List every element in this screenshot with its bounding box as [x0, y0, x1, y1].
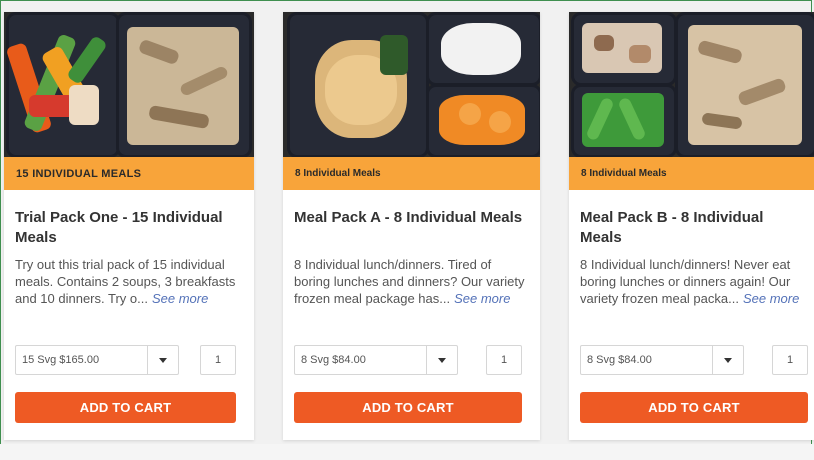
- variant-select-value: 8 Svg $84.00: [587, 354, 652, 366]
- meal-tray-compartment: [571, 84, 677, 157]
- variant-select[interactable]: 8 Svg $84.00: [294, 345, 458, 375]
- meal-tray-compartment: [426, 84, 540, 157]
- meal-count-ribbon: 15 INDIVIDUAL MEALS: [4, 157, 254, 190]
- add-to-cart-button[interactable]: ADD TO CART: [580, 392, 808, 423]
- variant-select-value: 15 Svg $165.00: [22, 354, 100, 366]
- chevron-down-icon: [438, 357, 446, 363]
- product-description: 8 Individual lunch/dinners! Never eat bo…: [580, 256, 803, 324]
- add-to-cart-button[interactable]: ADD TO CART: [15, 392, 236, 423]
- meal-tray-compartment: [426, 12, 540, 86]
- product-card-trial-pack-one: 15 INDIVIDUAL MEALS Trial Pack One - 15 …: [4, 12, 254, 440]
- meal-count-ribbon: 8 Individual Meals: [283, 157, 540, 190]
- quantity-input[interactable]: 1: [200, 345, 236, 375]
- bottom-strip: [0, 444, 814, 460]
- meal-count-ribbon: 8 Individual Meals: [569, 157, 814, 190]
- chevron-down-icon: [724, 357, 732, 363]
- meal-tray-compartment: [571, 12, 677, 86]
- chevron-down-icon: [159, 357, 167, 363]
- meal-tray-compartment: [5, 12, 120, 157]
- variant-select[interactable]: 15 Svg $165.00: [15, 345, 179, 375]
- dropdown-toggle[interactable]: [712, 346, 743, 374]
- product-image[interactable]: [283, 12, 540, 157]
- dropdown-toggle[interactable]: [147, 346, 178, 374]
- product-title[interactable]: Meal Pack A - 8 Individual Meals: [294, 208, 529, 248]
- product-title[interactable]: Meal Pack B - 8 Individual Meals: [580, 208, 803, 248]
- quantity-input[interactable]: 1: [486, 345, 522, 375]
- quantity-input[interactable]: 1: [772, 345, 808, 375]
- meal-tray-compartment: [675, 12, 814, 157]
- add-to-cart-button[interactable]: ADD TO CART: [294, 392, 522, 423]
- variant-select-value: 8 Svg $84.00: [301, 354, 366, 366]
- product-description: 8 Individual lunch/dinners. Tired of bor…: [294, 256, 529, 324]
- product-image[interactable]: [569, 12, 814, 157]
- product-description: Try out this trial pack of 15 individual…: [15, 256, 243, 324]
- meal-tray-compartment: [287, 12, 429, 157]
- product-image[interactable]: [4, 12, 254, 157]
- see-more-link[interactable]: See more: [743, 291, 799, 306]
- product-card-meal-pack-b: 8 Individual Meals Meal Pack B - 8 Indiv…: [569, 12, 814, 440]
- see-more-link[interactable]: See more: [152, 291, 208, 306]
- product-card-meal-pack-a: 8 Individual Meals Meal Pack A - 8 Indiv…: [283, 12, 540, 440]
- meal-tray-compartment: [116, 12, 252, 157]
- variant-select[interactable]: 8 Svg $84.00: [580, 345, 744, 375]
- product-title[interactable]: Trial Pack One - 15 Individual Meals: [15, 208, 243, 248]
- see-more-link[interactable]: See more: [454, 291, 510, 306]
- dropdown-toggle[interactable]: [426, 346, 457, 374]
